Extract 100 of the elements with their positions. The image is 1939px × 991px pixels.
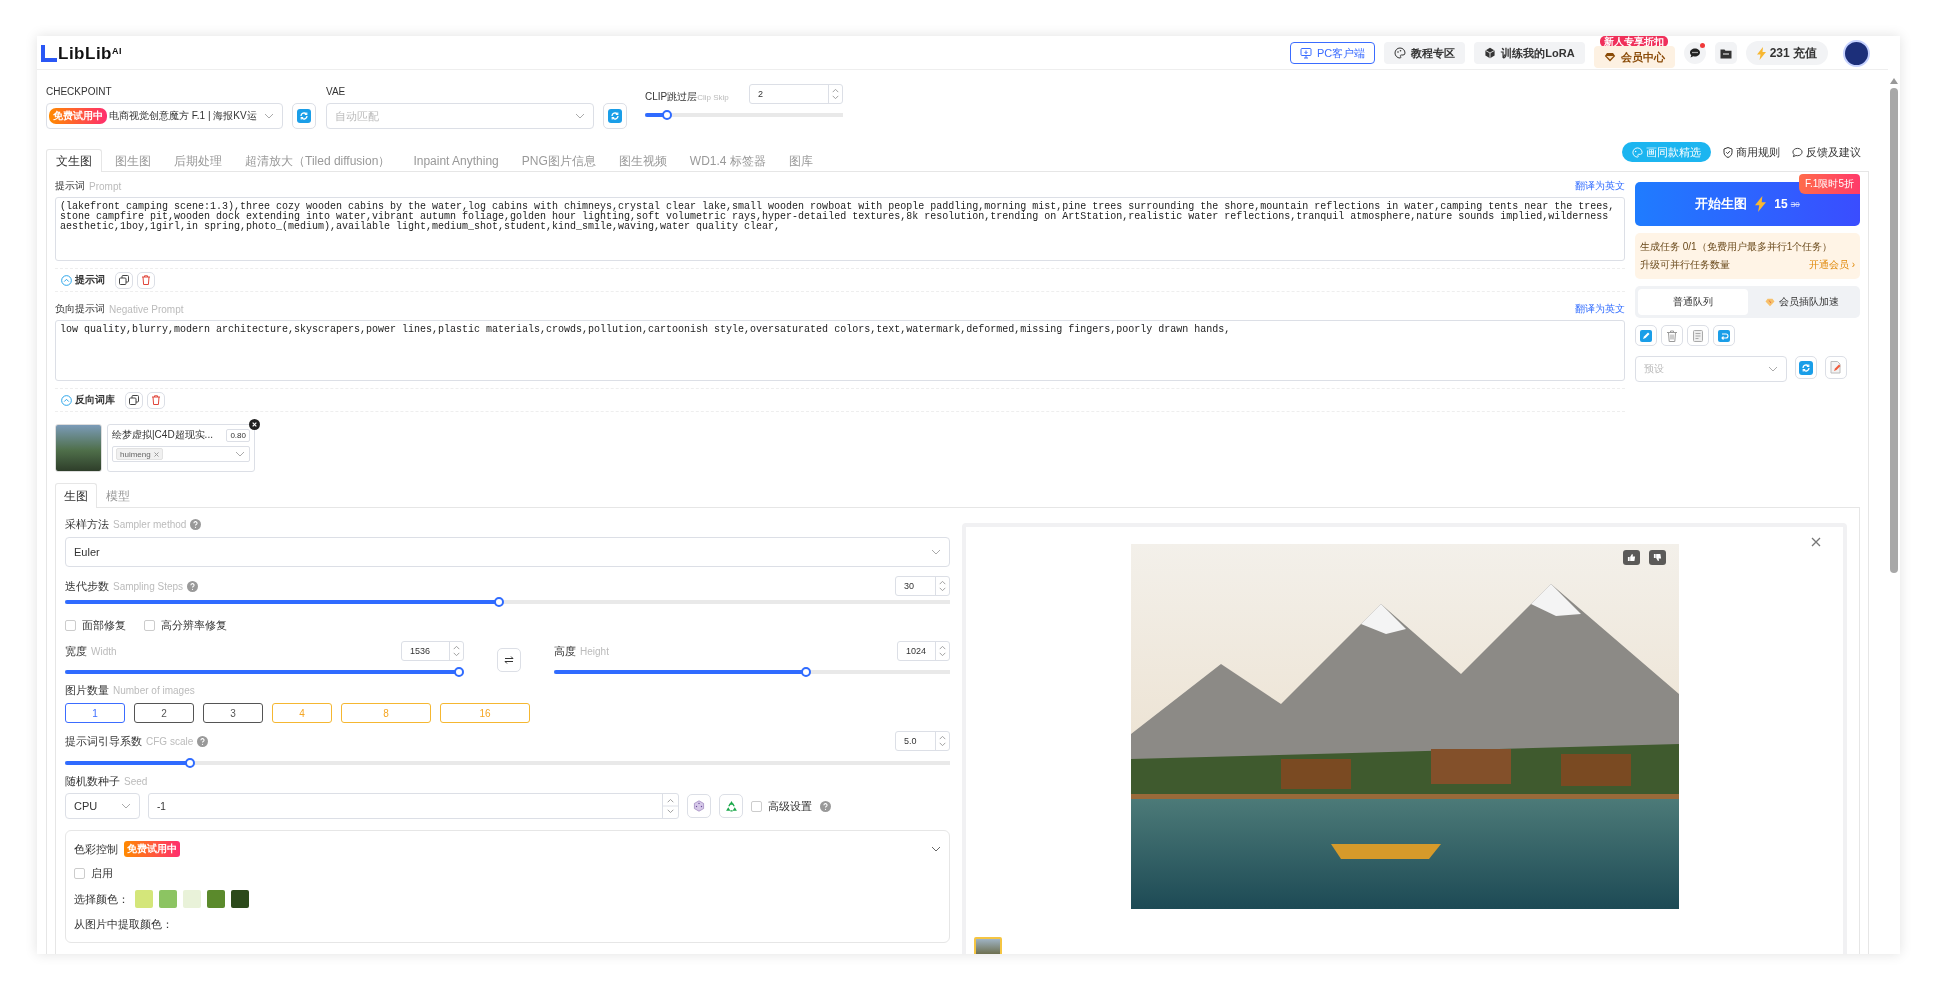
prompt-library-toggle[interactable]: 反向词库 <box>61 393 115 407</box>
link[interactable]: 反馈及建议 <box>1792 144 1861 160</box>
delete-button[interactable] <box>137 271 155 289</box>
help-icon[interactable] <box>197 735 209 747</box>
header-button[interactable]: 训练我的LoRA <box>1474 42 1585 64</box>
height-input[interactable]: 1024 <box>897 641 950 661</box>
help-icon[interactable] <box>820 800 831 812</box>
link[interactable]: 商用规则 <box>1723 144 1780 160</box>
field-label: 迭代步数 <box>65 578 109 594</box>
field-label: 选择颜色： <box>74 891 129 907</box>
collapse-icon <box>61 394 72 406</box>
color-swatch[interactable] <box>183 890 201 908</box>
image-count-option[interactable]: 2 <box>134 703 194 723</box>
seed-input[interactable]: -1 <box>148 793 679 819</box>
message-button[interactable] <box>1683 42 1706 64</box>
logo-text: LibLib$^{AI}$ <box>58 44 122 62</box>
spinner-icon[interactable] <box>935 577 949 595</box>
image-count-option[interactable]: 3 <box>203 703 263 723</box>
refresh-button[interactable] <box>292 103 316 129</box>
checkbox[interactable]: 高分辨率修复 <box>144 618 227 633</box>
palette-icon <box>1632 146 1643 158</box>
chevron-down-icon <box>264 113 274 119</box>
header-button[interactable]: 会员中心 <box>1593 46 1675 68</box>
edit-preset-button[interactable] <box>1825 356 1847 379</box>
reuse-seed-button[interactable] <box>719 794 743 818</box>
color-swatch[interactable] <box>207 890 225 908</box>
spinner-icon[interactable] <box>935 732 949 750</box>
slider-thumb[interactable] <box>184 758 195 768</box>
swap-button[interactable] <box>497 648 521 672</box>
chat-icon <box>1792 146 1803 158</box>
copy-icon <box>129 395 139 405</box>
sampler-select[interactable]: Euler <box>65 537 950 567</box>
prompt-library-toggle[interactable]: 提示词 <box>61 273 105 287</box>
thumbnail-image[interactable] <box>974 937 1002 954</box>
copy-button[interactable] <box>125 391 143 409</box>
edit-button[interactable] <box>1635 325 1657 346</box>
random-seed-button[interactable] <box>687 794 711 818</box>
weight-input[interactable]: 0.80 <box>226 428 250 442</box>
scrollbar-thumb[interactable] <box>1890 88 1898 573</box>
spinner-icon[interactable] <box>662 794 678 818</box>
device-select[interactable]: CPU <box>65 793 140 819</box>
queue-option[interactable]: 普通队列 <box>1638 289 1748 315</box>
field-label: VAE <box>326 85 346 97</box>
slider-thumb[interactable] <box>661 110 672 120</box>
copy-button[interactable] <box>115 271 133 289</box>
slider-thumb[interactable] <box>454 667 464 677</box>
width-input[interactable]: 1536 <box>401 641 464 661</box>
checkbox[interactable]: 高级设置 <box>751 798 812 814</box>
folder-button[interactable] <box>1714 42 1737 64</box>
pencil-icon <box>1640 329 1652 342</box>
swap-icon <box>504 655 514 665</box>
header-button[interactable]: 教程专区 <box>1384 42 1466 64</box>
tab[interactable]: 生图 <box>55 483 97 508</box>
spinner-icon[interactable] <box>828 85 842 103</box>
document-button[interactable] <box>1687 325 1709 346</box>
color-swatch[interactable] <box>135 890 153 908</box>
translate-link[interactable]: 翻译为英文 <box>1575 302 1625 316</box>
trigger-word-select[interactable]: huimeng <box>112 446 250 462</box>
negative-prompt-field[interactable]: low quality,blurry,modern architecture,skyscrapers,power lines,plastic materials,crowds,pollution,cartoonish style,oversaturated colors,text,watermark,deformed,missing fingers,poorly drawn hands, <box>55 320 1625 381</box>
steps-input[interactable]: 30 <box>895 576 950 596</box>
field-label: 提示词引导系数 <box>65 733 142 749</box>
select-value: 电商视觉创意魔方 F.1 | 海报KV运 <box>109 109 258 123</box>
color-swatch[interactable] <box>231 890 249 908</box>
field-label: 随机数种子 <box>65 773 120 789</box>
refresh-button[interactable] <box>1795 356 1817 379</box>
palette-icon <box>1394 47 1407 59</box>
help-icon[interactable] <box>190 518 202 530</box>
help-icon[interactable] <box>187 580 199 592</box>
slider-thumb[interactable] <box>493 597 504 607</box>
translate-link[interactable]: 翻译为英文 <box>1575 179 1625 193</box>
close-icon[interactable] <box>249 419 260 430</box>
header-button[interactable]: PC客户端 <box>1290 42 1376 64</box>
prompt-field[interactable]: (lakefront camping scene:1.3),three cozy wooden cabins by the water,log cabins with chimneys,crystal clear lake,small wooden rowboat with people paddling,morning mist,pine trees surrounding the shore,mountain reflections in water,camping tents near the trees,stone campfire pit,wooden dock extending into water,vibrant autumn foliage,golden hour lighting,soft volumetric rays,hyper-detailed textures,8k resolution,trending on ArtStation,realistic water reflections,tranquil atmosphere,nature sounds implied,wilderness aesthetic,1boy,1girl,in spring,photo_(medium),available light,medium_shot,student,kind_smile,waving,water quality clear, <box>55 197 1625 261</box>
recharge-button[interactable]: 231 充值 <box>1745 41 1828 65</box>
avatar[interactable] <box>1843 39 1870 67</box>
delete-button[interactable] <box>1661 325 1683 346</box>
chevron-down-icon[interactable] <box>931 846 941 852</box>
queue-option[interactable]: 会员插队加速 <box>1747 289 1857 315</box>
width-slider[interactable] <box>65 667 464 677</box>
delete-button[interactable] <box>147 391 165 409</box>
undo-button[interactable] <box>1713 325 1735 346</box>
refresh-button[interactable] <box>603 103 627 129</box>
spinner-icon[interactable] <box>935 642 949 660</box>
tab[interactable]: 文生图 <box>46 149 102 172</box>
cfg-input[interactable]: 5.0 <box>895 731 950 751</box>
image-count-option[interactable]: 1 <box>65 703 125 723</box>
trial-badge: 免费试用中 <box>124 841 180 857</box>
checkbox[interactable]: 面部修复 <box>65 618 126 633</box>
dice-icon <box>693 800 705 812</box>
slider-thumb[interactable] <box>801 667 812 677</box>
checkbox[interactable]: 启用 <box>74 866 113 881</box>
field-hint: Number of images <box>113 684 195 696</box>
chat-icon <box>1688 47 1701 59</box>
remove-icon[interactable] <box>153 451 159 457</box>
clip-skip-input[interactable]: 2 <box>749 84 843 104</box>
color-swatch[interactable] <box>159 890 177 908</box>
field-label: 宽度 <box>65 643 87 659</box>
spinner-icon[interactable] <box>449 642 463 660</box>
checkpoint-select[interactable]: 免费试用中 电商视觉创意魔方 F.1 | 海报KV运 <box>46 103 283 129</box>
trash-icon <box>141 275 151 285</box>
